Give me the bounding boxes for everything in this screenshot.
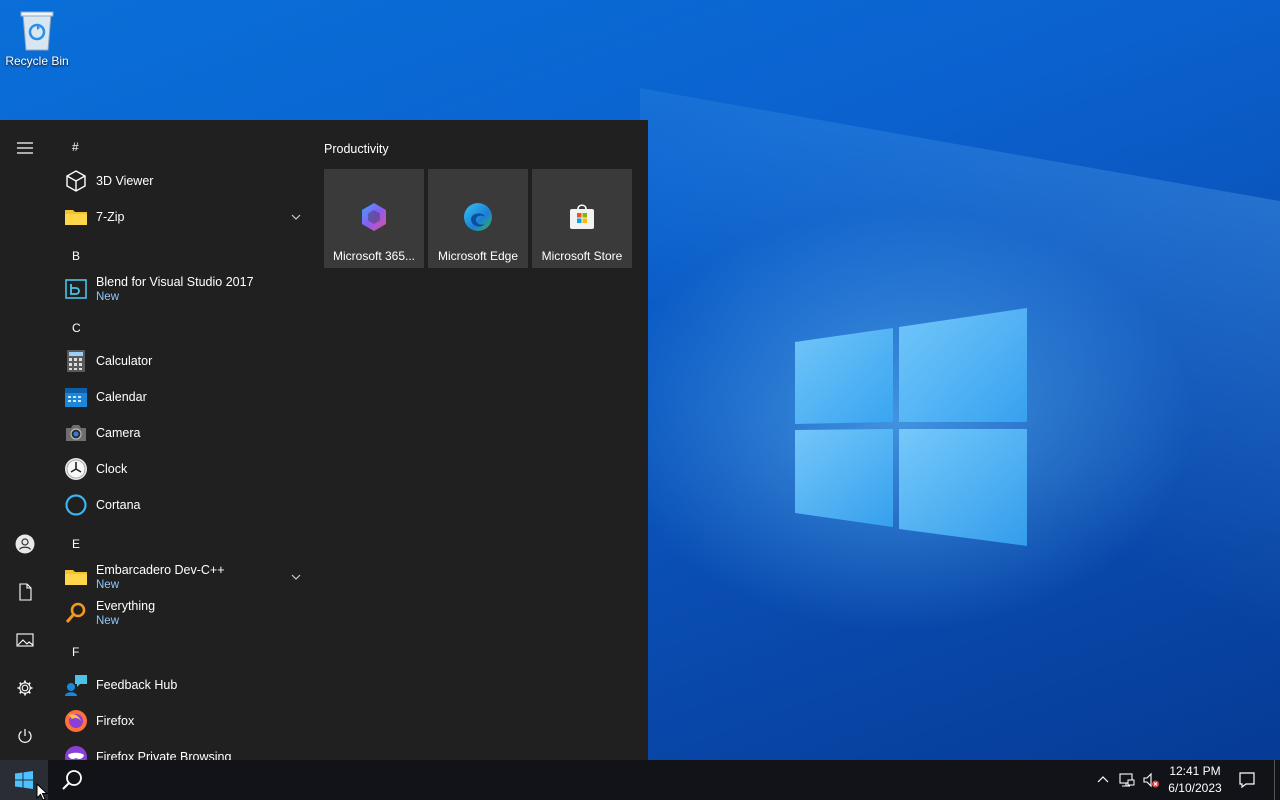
chevron-down-icon[interactable] xyxy=(290,211,302,223)
expand-menu-button[interactable] xyxy=(0,128,50,168)
new-badge: New xyxy=(96,615,120,627)
show-desktop-divider[interactable] xyxy=(1274,760,1275,800)
magnifier-icon xyxy=(64,601,88,625)
tile-label: Microsoft 365... xyxy=(332,249,416,263)
calculator-icon xyxy=(64,349,88,373)
settings-button[interactable] xyxy=(0,668,50,708)
firefox-icon xyxy=(64,709,88,733)
group-header-hash[interactable]: # xyxy=(72,140,79,154)
app-name: Feedback Hub xyxy=(96,678,178,692)
group-header-c[interactable]: C xyxy=(72,321,81,335)
new-badge: New xyxy=(96,579,120,591)
volume-muted-icon xyxy=(1143,772,1159,788)
pictures-icon xyxy=(16,633,34,647)
taskbar: 12:41 PM 6/10/2023 xyxy=(0,760,1280,800)
group-header-f[interactable]: F xyxy=(72,645,79,659)
app-item-firefox[interactable]: Firefox xyxy=(50,703,312,739)
volume-button[interactable] xyxy=(1140,760,1162,800)
recycle-bin-label: Recycle Bin xyxy=(5,54,69,68)
chevron-up-icon xyxy=(1097,776,1109,783)
notification-icon xyxy=(1239,772,1255,789)
taskbar-clock[interactable]: 12:41 PM 6/10/2023 xyxy=(1160,763,1230,797)
app-item-feedback-hub[interactable]: Feedback Hub xyxy=(50,667,312,703)
app-item-blend[interactable]: Blend for Visual Studio 2017 New xyxy=(50,271,312,307)
recycle-bin-icon xyxy=(17,6,57,52)
app-name: Embarcadero Dev-C++ xyxy=(96,563,225,577)
search-button[interactable] xyxy=(48,760,96,800)
documents-icon xyxy=(19,583,32,601)
app-item-camera[interactable]: Camera xyxy=(50,415,312,451)
new-badge: New xyxy=(96,291,120,303)
app-name: Everything xyxy=(96,599,156,613)
group-header-e[interactable]: E xyxy=(72,537,80,551)
app-item-cortana[interactable]: Cortana xyxy=(50,487,312,523)
clock-icon xyxy=(64,457,88,481)
tile-microsoft-edge[interactable]: Microsoft Edge xyxy=(428,169,528,268)
tile-group-title[interactable]: Productivity xyxy=(324,142,389,156)
app-name: Clock xyxy=(96,462,128,476)
desktop-icon-recycle-bin[interactable]: Recycle Bin xyxy=(4,6,70,76)
app-name: Firefox xyxy=(96,714,135,728)
power-button[interactable] xyxy=(0,716,50,756)
action-center-button[interactable] xyxy=(1232,760,1262,800)
hamburger-menu-icon xyxy=(17,142,33,154)
pictures-button[interactable] xyxy=(0,620,50,660)
app-item-everything[interactable]: Everything New xyxy=(50,595,312,631)
app-item-calendar[interactable]: Calendar xyxy=(50,379,312,415)
app-name: Calendar xyxy=(96,390,147,404)
camera-icon xyxy=(64,421,88,445)
user-account-button[interactable] xyxy=(0,524,50,564)
app-item-7-zip[interactable]: 7-Zip xyxy=(50,199,312,235)
app-name: Cortana xyxy=(96,498,141,512)
folder-icon xyxy=(64,205,88,229)
cortana-icon xyxy=(64,493,88,517)
tile-microsoft-365[interactable]: Microsoft 365... xyxy=(324,169,424,268)
folder-icon xyxy=(64,565,88,589)
app-name: Firefox Private Browsing xyxy=(96,750,232,760)
group-header-b[interactable]: B xyxy=(72,249,80,263)
app-name: Blend for Visual Studio 2017 xyxy=(96,275,254,289)
network-button[interactable] xyxy=(1116,760,1138,800)
firefox-private-icon xyxy=(64,745,88,760)
cube-icon xyxy=(64,169,88,193)
app-name: Camera xyxy=(96,426,141,440)
windows-start-icon xyxy=(15,771,33,789)
windows-logo-wallpaper xyxy=(795,308,1030,548)
edge-icon xyxy=(464,203,492,231)
app-item-firefox-private[interactable]: Firefox Private Browsing xyxy=(50,739,312,760)
calendar-icon xyxy=(64,385,88,409)
clock-date: 6/10/2023 xyxy=(1168,781,1222,795)
settings-gear-icon xyxy=(17,680,33,696)
microsoft-365-icon xyxy=(362,203,386,231)
chevron-down-icon[interactable] xyxy=(290,571,302,583)
power-icon xyxy=(18,729,32,743)
clock-time: 12:41 PM xyxy=(1169,764,1221,778)
documents-button[interactable] xyxy=(0,572,50,612)
start-rail xyxy=(0,120,50,760)
app-name: Calculator xyxy=(96,354,153,368)
user-account-icon xyxy=(15,534,35,554)
search-icon xyxy=(62,770,82,790)
app-item-embarcadero-dev-cpp[interactable]: Embarcadero Dev-C++ New xyxy=(50,559,312,595)
tile-label: Microsoft Store xyxy=(541,249,623,263)
start-menu: # 3D Viewer 7-Zip B Blend for Visual Stu… xyxy=(0,120,648,760)
network-icon xyxy=(1119,773,1135,787)
show-hidden-icons-button[interactable] xyxy=(1092,760,1114,800)
tile-label: Microsoft Edge xyxy=(437,249,519,263)
tile-microsoft-store[interactable]: Microsoft Store xyxy=(532,169,632,268)
app-name: 3D Viewer xyxy=(96,174,154,188)
app-name: 7-Zip xyxy=(96,210,125,224)
mouse-cursor-icon xyxy=(36,783,48,800)
app-item-calculator[interactable]: Calculator xyxy=(50,343,312,379)
app-list: # 3D Viewer 7-Zip B Blend for Visual Stu… xyxy=(50,120,312,760)
feedback-hub-icon xyxy=(64,673,88,697)
blend-icon xyxy=(64,277,88,301)
app-item-3d-viewer[interactable]: 3D Viewer xyxy=(50,163,312,199)
store-icon xyxy=(570,204,594,229)
app-item-clock[interactable]: Clock xyxy=(50,451,312,487)
